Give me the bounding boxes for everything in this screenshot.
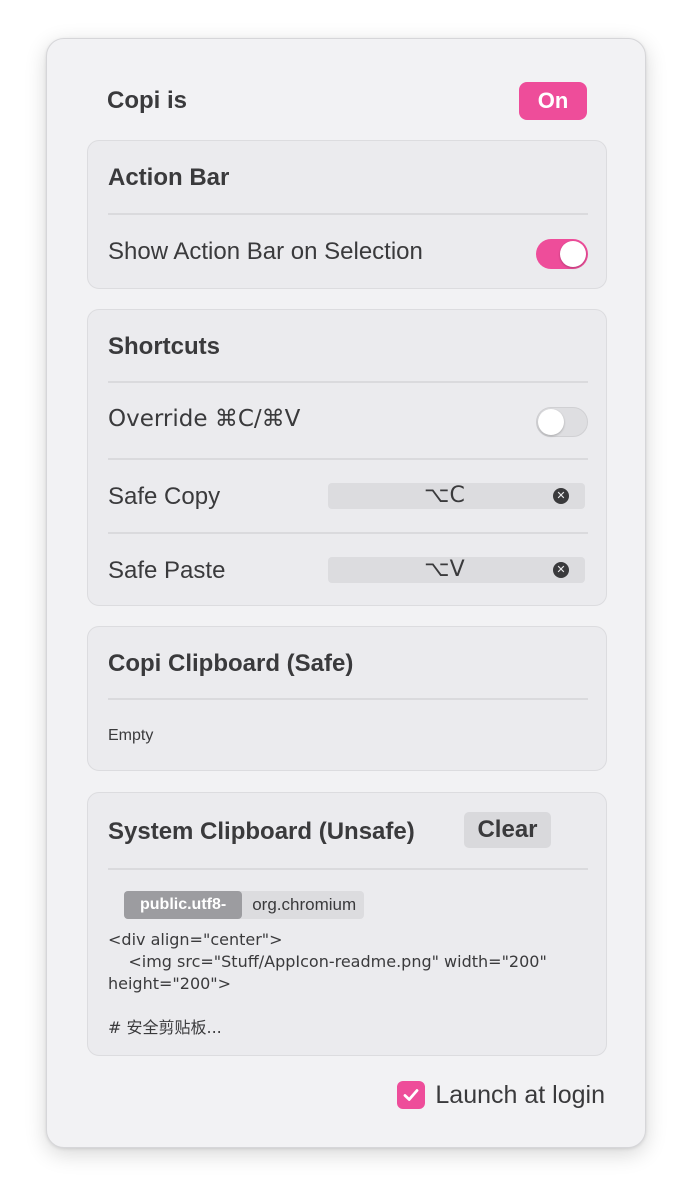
launch-at-login-checkbox[interactable] xyxy=(397,1081,426,1109)
clear-system-clipboard-button[interactable]: Clear xyxy=(464,812,551,848)
action-bar-title: Action Bar xyxy=(108,164,230,191)
divider xyxy=(108,213,588,215)
safe-paste-shortcut-value: ⌥V xyxy=(424,557,465,582)
divider xyxy=(108,698,588,700)
safe-copy-label: Safe Copy xyxy=(108,483,221,510)
show-action-bar-label: Show Action Bar on Selection xyxy=(108,238,423,265)
override-copy-paste-toggle[interactable] xyxy=(536,407,588,437)
copi-clipboard-title: Copi Clipboard (Safe) xyxy=(108,650,354,677)
divider xyxy=(108,532,588,534)
clipboard-type-tabs: public.utf8- org.chromium xyxy=(124,891,365,919)
clipboard-type-tab-utf8[interactable]: public.utf8- xyxy=(124,891,243,919)
system-clipboard-content: <div align="center"> <img src="Stuff/App… xyxy=(108,930,547,1037)
action-bar-section: Action Bar Show Action Bar on Selection xyxy=(87,140,607,289)
system-clipboard-title: System Clipboard (Unsafe) xyxy=(108,818,415,845)
safe-paste-label: Safe Paste xyxy=(108,557,226,584)
copi-settings-window: Copi is On Action Bar Show Action Bar on… xyxy=(46,38,646,1148)
toggle-knob xyxy=(538,409,564,435)
divider xyxy=(108,868,588,870)
safe-copy-shortcut-field[interactable]: ⌥C ✕ xyxy=(328,483,585,509)
copi-clipboard-content: Empty xyxy=(108,727,154,744)
x-circle-icon[interactable]: ✕ xyxy=(553,562,569,578)
x-circle-icon[interactable]: ✕ xyxy=(553,488,569,504)
system-clipboard-section: System Clipboard (Unsafe) Clear public.u… xyxy=(87,792,607,1056)
clipboard-type-tab-chromium[interactable]: org.chromium xyxy=(242,891,364,919)
copi-status-toggle-button[interactable]: On xyxy=(519,82,587,120)
divider xyxy=(108,458,588,460)
launch-at-login[interactable]: Launch at login xyxy=(397,1079,605,1111)
launch-at-login-label: Launch at login xyxy=(435,1080,605,1109)
shortcuts-title: Shortcuts xyxy=(108,333,221,360)
override-copy-paste-label: Override ⌘C/⌘V xyxy=(108,406,301,432)
shortcuts-section: Shortcuts Override ⌘C/⌘V Safe Copy ⌥C ✕ … xyxy=(87,309,607,606)
checkmark-icon xyxy=(404,1089,419,1101)
safe-paste-shortcut-field[interactable]: ⌥V ✕ xyxy=(328,557,585,583)
header-title: Copi is xyxy=(107,87,188,114)
toggle-knob xyxy=(560,241,586,267)
divider xyxy=(108,381,588,383)
header: Copi is On xyxy=(107,79,587,123)
show-action-bar-toggle[interactable] xyxy=(536,239,588,269)
copi-clipboard-section: Copi Clipboard (Safe) Empty xyxy=(87,626,607,771)
safe-copy-shortcut-value: ⌥C xyxy=(424,483,465,508)
